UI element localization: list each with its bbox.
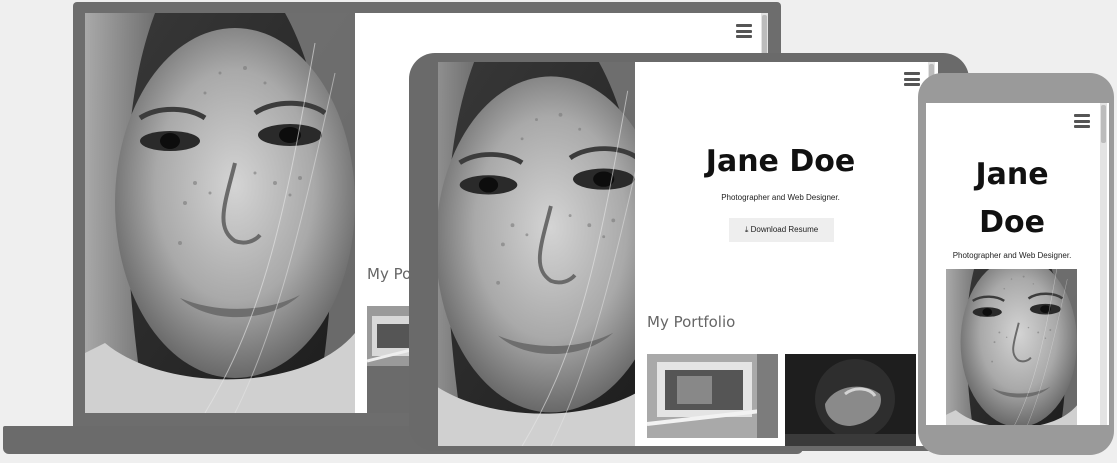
profile-subtitle: Photographer and Web Designer. — [721, 193, 840, 202]
profile-photo — [85, 13, 355, 413]
menu-icon[interactable] — [1074, 114, 1090, 128]
portfolio-thumbnail[interactable] — [785, 354, 916, 446]
portfolio-heading: My Portfolio — [647, 313, 736, 331]
profile-subtitle: Photographer and Web Designer. — [952, 251, 1072, 260]
profile-name: Jane Doe — [705, 144, 856, 179]
download-resume-label: Download Resume — [750, 225, 819, 234]
profile-photo — [946, 269, 1077, 425]
portfolio-thumbnail[interactable] — [647, 354, 778, 438]
phone-screen: Jane Doe Photographer and Web Designer. — [926, 103, 1109, 425]
download-resume-button[interactable]: ⤓ Download Resume — [729, 218, 834, 242]
download-icon: ⤓ — [744, 225, 749, 234]
portfolio-heading: My Po — [367, 265, 412, 283]
menu-icon[interactable] — [736, 24, 752, 38]
tablet-screen: Jane Doe Photographer and Web Designer. … — [438, 62, 938, 446]
profile-photo — [438, 62, 635, 446]
menu-icon[interactable] — [904, 72, 920, 86]
profile-name: Jane Doe — [975, 157, 1049, 240]
scrollbar[interactable] — [1100, 103, 1107, 425]
